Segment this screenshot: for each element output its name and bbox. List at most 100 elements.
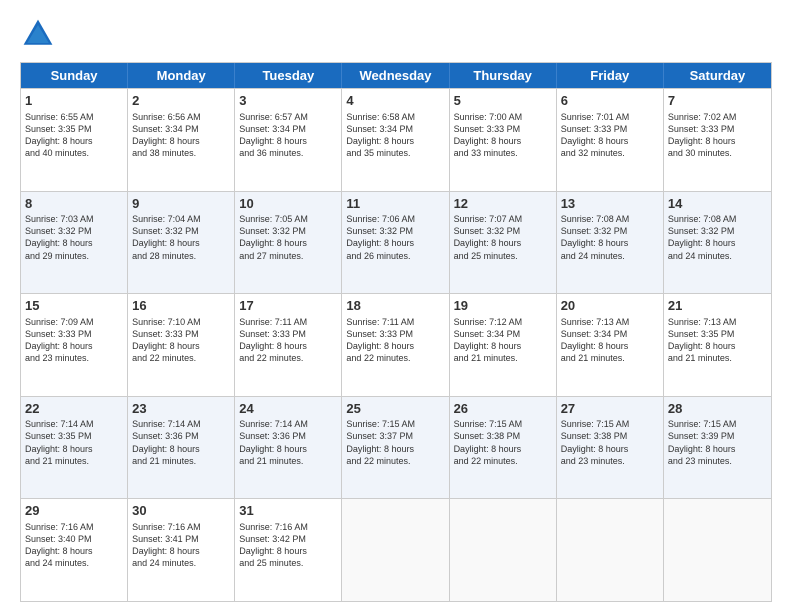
cell-line: and 30 minutes. <box>668 147 767 159</box>
cell-line: Daylight: 8 hours <box>25 443 123 455</box>
cell-line: and 24 minutes. <box>668 250 767 262</box>
cell-line: Sunrise: 7:11 AM <box>346 316 444 328</box>
cell-line: Sunrise: 7:14 AM <box>132 418 230 430</box>
cell-line: Daylight: 8 hours <box>239 135 337 147</box>
day-number: 7 <box>668 92 767 110</box>
cell-line: Sunrise: 7:04 AM <box>132 213 230 225</box>
cell-line: and 40 minutes. <box>25 147 123 159</box>
cell-line: Sunset: 3:34 PM <box>132 123 230 135</box>
calendar-cell: 18Sunrise: 7:11 AMSunset: 3:33 PMDayligh… <box>342 294 449 396</box>
cell-line: Sunset: 3:33 PM <box>454 123 552 135</box>
day-number: 15 <box>25 297 123 315</box>
day-number: 2 <box>132 92 230 110</box>
cell-line: Daylight: 8 hours <box>132 135 230 147</box>
day-number: 19 <box>454 297 552 315</box>
cell-line: Sunset: 3:39 PM <box>668 430 767 442</box>
cell-line: Sunrise: 6:56 AM <box>132 111 230 123</box>
cell-line: Daylight: 8 hours <box>561 237 659 249</box>
cell-line: Daylight: 8 hours <box>239 237 337 249</box>
header-day-saturday: Saturday <box>664 63 771 88</box>
cell-line: Daylight: 8 hours <box>668 443 767 455</box>
cell-line: Daylight: 8 hours <box>132 340 230 352</box>
header-day-thursday: Thursday <box>450 63 557 88</box>
cell-line: Sunset: 3:34 PM <box>454 328 552 340</box>
cell-line: and 24 minutes. <box>132 557 230 569</box>
cell-line: and 26 minutes. <box>346 250 444 262</box>
header <box>20 16 772 52</box>
cell-line: Daylight: 8 hours <box>25 340 123 352</box>
cell-line: Daylight: 8 hours <box>346 135 444 147</box>
day-number: 8 <box>25 195 123 213</box>
cell-line: and 23 minutes. <box>561 455 659 467</box>
cell-line: Daylight: 8 hours <box>668 340 767 352</box>
calendar-cell: 2Sunrise: 6:56 AMSunset: 3:34 PMDaylight… <box>128 89 235 191</box>
calendar-cell: 13Sunrise: 7:08 AMSunset: 3:32 PMDayligh… <box>557 192 664 294</box>
cell-line: Daylight: 8 hours <box>668 237 767 249</box>
cell-line: and 21 minutes. <box>25 455 123 467</box>
cell-line: Daylight: 8 hours <box>561 443 659 455</box>
cell-line: Daylight: 8 hours <box>239 443 337 455</box>
day-number: 26 <box>454 400 552 418</box>
cell-line: and 21 minutes. <box>454 352 552 364</box>
cell-line: and 33 minutes. <box>454 147 552 159</box>
day-number: 14 <box>668 195 767 213</box>
day-number: 12 <box>454 195 552 213</box>
day-number: 11 <box>346 195 444 213</box>
calendar-cell: 4Sunrise: 6:58 AMSunset: 3:34 PMDaylight… <box>342 89 449 191</box>
day-number: 21 <box>668 297 767 315</box>
cell-line: Sunset: 3:38 PM <box>561 430 659 442</box>
cell-line: Sunset: 3:32 PM <box>454 225 552 237</box>
day-number: 22 <box>25 400 123 418</box>
cell-line: Sunrise: 7:01 AM <box>561 111 659 123</box>
cell-line: Sunrise: 7:05 AM <box>239 213 337 225</box>
cell-line: Sunrise: 7:14 AM <box>25 418 123 430</box>
day-number: 3 <box>239 92 337 110</box>
cell-line: Daylight: 8 hours <box>132 237 230 249</box>
cell-line: Sunrise: 7:15 AM <box>346 418 444 430</box>
cell-line: Sunrise: 7:10 AM <box>132 316 230 328</box>
cell-line: Sunset: 3:41 PM <box>132 533 230 545</box>
header-day-wednesday: Wednesday <box>342 63 449 88</box>
cell-line: Sunrise: 7:02 AM <box>668 111 767 123</box>
day-number: 28 <box>668 400 767 418</box>
cell-line: Sunset: 3:33 PM <box>346 328 444 340</box>
cell-line: Sunset: 3:32 PM <box>239 225 337 237</box>
cell-line: and 21 minutes. <box>239 455 337 467</box>
cell-line: and 36 minutes. <box>239 147 337 159</box>
header-day-tuesday: Tuesday <box>235 63 342 88</box>
calendar-cell: 29Sunrise: 7:16 AMSunset: 3:40 PMDayligh… <box>21 499 128 601</box>
cell-line: Sunset: 3:32 PM <box>561 225 659 237</box>
cell-line: Sunset: 3:33 PM <box>25 328 123 340</box>
cell-line: and 28 minutes. <box>132 250 230 262</box>
cell-line: Sunset: 3:35 PM <box>25 123 123 135</box>
calendar-cell: 10Sunrise: 7:05 AMSunset: 3:32 PMDayligh… <box>235 192 342 294</box>
day-number: 18 <box>346 297 444 315</box>
day-number: 31 <box>239 502 337 520</box>
cell-line: Sunset: 3:38 PM <box>454 430 552 442</box>
calendar-cell: 25Sunrise: 7:15 AMSunset: 3:37 PMDayligh… <box>342 397 449 499</box>
cell-line: Sunset: 3:37 PM <box>346 430 444 442</box>
cell-line: Sunset: 3:33 PM <box>132 328 230 340</box>
cell-line: Daylight: 8 hours <box>561 340 659 352</box>
calendar-cell: 24Sunrise: 7:14 AMSunset: 3:36 PMDayligh… <box>235 397 342 499</box>
day-number: 25 <box>346 400 444 418</box>
cell-line: and 23 minutes. <box>668 455 767 467</box>
cell-line: Sunset: 3:34 PM <box>346 123 444 135</box>
cell-line: Daylight: 8 hours <box>25 135 123 147</box>
day-number: 24 <box>239 400 337 418</box>
day-number: 16 <box>132 297 230 315</box>
cell-line: Daylight: 8 hours <box>454 237 552 249</box>
cell-line: and 21 minutes. <box>132 455 230 467</box>
cell-line: and 38 minutes. <box>132 147 230 159</box>
calendar-cell <box>450 499 557 601</box>
cell-line: Sunrise: 7:07 AM <box>454 213 552 225</box>
cell-line: and 21 minutes. <box>561 352 659 364</box>
cell-line: Daylight: 8 hours <box>25 545 123 557</box>
calendar-cell: 11Sunrise: 7:06 AMSunset: 3:32 PMDayligh… <box>342 192 449 294</box>
calendar-cell: 12Sunrise: 7:07 AMSunset: 3:32 PMDayligh… <box>450 192 557 294</box>
calendar-cell <box>342 499 449 601</box>
cell-line: Sunset: 3:34 PM <box>561 328 659 340</box>
calendar-cell: 30Sunrise: 7:16 AMSunset: 3:41 PMDayligh… <box>128 499 235 601</box>
calendar-cell: 7Sunrise: 7:02 AMSunset: 3:33 PMDaylight… <box>664 89 771 191</box>
calendar-row-2: 8Sunrise: 7:03 AMSunset: 3:32 PMDaylight… <box>21 191 771 294</box>
